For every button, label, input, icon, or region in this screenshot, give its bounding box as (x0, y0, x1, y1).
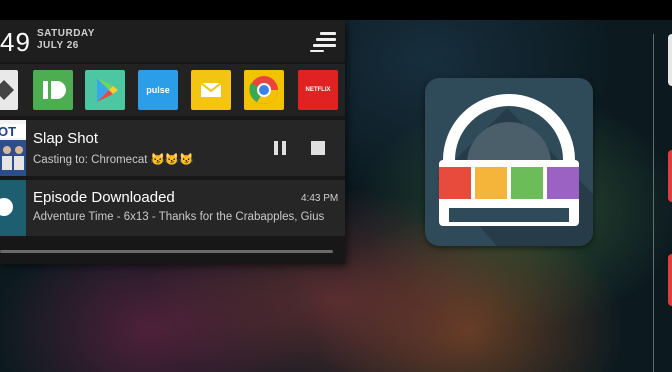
day-label: SATURDAY (37, 28, 95, 39)
notification-download[interactable]: Episode Downloaded 4:43 PM Adventure Tim… (0, 180, 345, 236)
clock-time: 49 (0, 27, 31, 57)
quick-app-row: pulse NETFLIX (0, 64, 345, 116)
netflix-label: NETFLIX (305, 87, 331, 93)
app-shortcut-email[interactable] (191, 70, 231, 110)
notification-title: Episode Downloaded (33, 189, 175, 206)
app-shortcut-netflix[interactable]: NETFLIX (298, 70, 338, 110)
date-label: JULY 26 (37, 40, 79, 51)
notification-title: Slap Shot (33, 130, 99, 147)
app-shortcut-chrome[interactable] (244, 70, 284, 110)
svg-text:OT: OT (0, 124, 16, 139)
stop-button[interactable] (311, 141, 325, 155)
dock-item[interactable] (668, 254, 672, 306)
pushbullet-icon (43, 81, 66, 99)
notification-time: 4:43 PM (301, 193, 339, 204)
quick-settings-icon[interactable] (310, 32, 336, 52)
app-shortcut-play-store[interactable] (85, 70, 125, 110)
shade-header: 49 SATURDAY JULY 26 (0, 20, 345, 62)
right-dock (653, 34, 672, 372)
app-shortcut-pulse[interactable]: pulse (138, 70, 178, 110)
dock-item[interactable] (668, 34, 672, 86)
play-store-icon (97, 78, 118, 102)
shade-drag-handle[interactable] (0, 250, 333, 253)
dock-item[interactable] (668, 150, 672, 202)
basket-icon (437, 94, 593, 246)
basket-app-icon[interactable] (425, 78, 593, 246)
notification-cast[interactable]: OT Slap Shot Casting to: Chromecat 😼😼😼 (0, 120, 345, 176)
app-shortcut-partial[interactable] (0, 70, 18, 110)
notification-shade: 49 SATURDAY JULY 26 pulse NETFLIX OT Sla… (0, 20, 345, 264)
slap-shot-thumbnail: OT (0, 120, 26, 176)
episode-thumbnail (0, 180, 26, 236)
chrome-icon (249, 76, 278, 104)
notification-subtitle: Casting to: Chromecat 😼😼😼 (33, 154, 194, 166)
app-partial-icon (0, 80, 14, 100)
pulse-label: pulse (146, 85, 170, 95)
notification-subtitle: Adventure Time - 6x13 - Thanks for the C… (33, 211, 325, 223)
app-shortcut-pushbullet[interactable] (33, 70, 73, 110)
pause-button[interactable] (273, 141, 287, 155)
top-bar (0, 0, 672, 20)
email-icon (200, 82, 222, 97)
